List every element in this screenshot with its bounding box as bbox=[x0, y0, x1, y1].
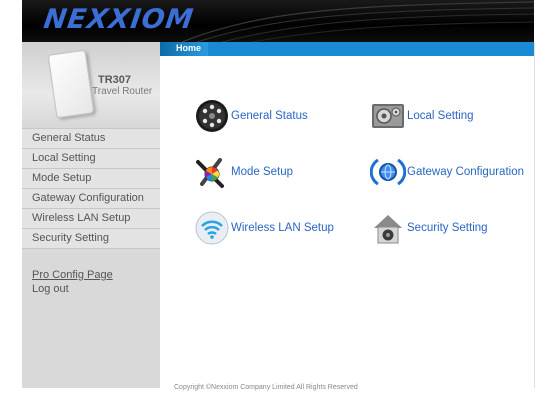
tile-local-setting[interactable]: Local Setting bbox=[370, 98, 474, 134]
nexxiom-logo: NEXXIOM bbox=[41, 4, 196, 35]
breadcrumb: Home bbox=[160, 42, 534, 56]
device-subtitle: Travel Router bbox=[92, 86, 153, 97]
tile-label: Local Setting bbox=[407, 110, 474, 122]
dial-icon bbox=[196, 100, 228, 132]
tile-label: Security Setting bbox=[407, 222, 488, 234]
main-content: Home General Status Local Setting Mode S… bbox=[160, 42, 535, 388]
sidebar: TR307 Travel Router General Status Local… bbox=[22, 42, 160, 388]
tile-label: Mode Setup bbox=[231, 166, 294, 178]
gateway-globe-icon bbox=[370, 158, 406, 186]
device-model: TR307 bbox=[98, 74, 132, 86]
tile-label: General Status bbox=[231, 110, 308, 122]
sidebar-menu: General Status Local Setting Mode Setup … bbox=[22, 128, 160, 249]
tile-security-setting[interactable]: Security Setting bbox=[370, 210, 488, 246]
header-banner: NEXXIOM bbox=[22, 0, 534, 42]
tools-color-wheel-icon bbox=[196, 158, 224, 188]
house-security-icon bbox=[374, 215, 402, 244]
wifi-icon bbox=[195, 211, 229, 245]
sidebar-item-gateway-configuration[interactable]: Gateway Configuration bbox=[22, 189, 160, 209]
tile-wireless-lan-setup[interactable]: Wireless LAN Setup bbox=[194, 210, 334, 246]
tile-general-status[interactable]: General Status bbox=[194, 98, 308, 134]
logout-link[interactable]: Log out bbox=[32, 282, 113, 296]
router-device-image bbox=[47, 49, 95, 119]
tile-label: Gateway Configuration bbox=[407, 166, 524, 178]
tile-mode-setup[interactable]: Mode Setup bbox=[194, 154, 293, 190]
pro-config-link[interactable]: Pro Config Page bbox=[32, 268, 113, 282]
router-admin-frame: NEXXIOM TR307 Travel Router General Stat… bbox=[22, 0, 535, 392]
sidebar-item-wireless-lan-setup[interactable]: Wireless LAN Setup bbox=[22, 209, 160, 229]
footer-copyright: Copyright ©Nexxiom Company Limited All R… bbox=[174, 384, 358, 391]
sidebar-extra-links: Pro Config Page Log out bbox=[32, 268, 113, 296]
device-panel: TR307 Travel Router bbox=[22, 42, 160, 128]
sidebar-item-mode-setup[interactable]: Mode Setup bbox=[22, 169, 160, 189]
gear-screen-icon bbox=[372, 104, 404, 128]
tile-label: Wireless LAN Setup bbox=[231, 222, 334, 234]
tile-gateway-configuration[interactable]: Gateway Configuration bbox=[370, 154, 524, 190]
breadcrumb-home[interactable]: Home bbox=[176, 43, 201, 53]
sidebar-item-general-status[interactable]: General Status bbox=[22, 128, 160, 149]
sidebar-item-security-setting[interactable]: Security Setting bbox=[22, 229, 160, 249]
sidebar-item-local-setting[interactable]: Local Setting bbox=[22, 149, 160, 169]
